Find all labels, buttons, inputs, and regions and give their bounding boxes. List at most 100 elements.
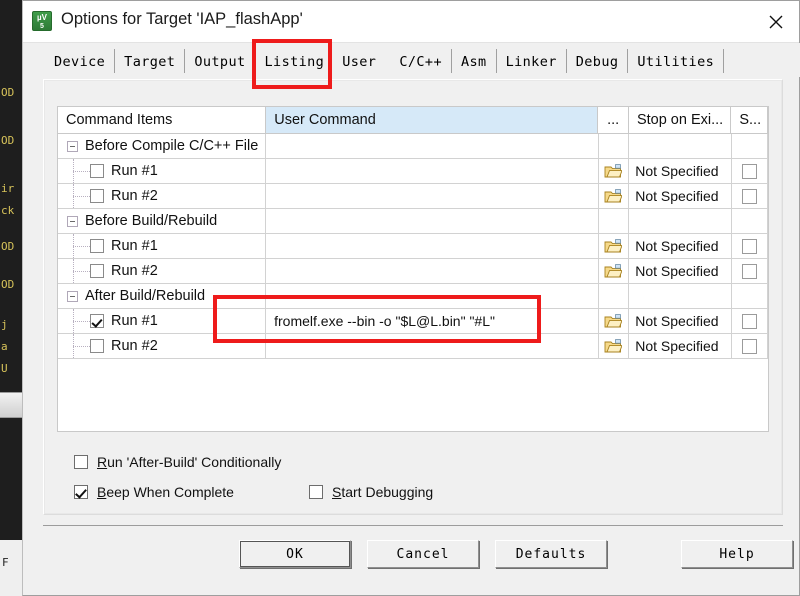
run-checkbox[interactable] xyxy=(90,189,104,203)
row-s-cell[interactable] xyxy=(731,159,768,183)
col-header-browse[interactable]: ... xyxy=(598,107,629,133)
row-label-cell[interactable]: Run #1 xyxy=(58,159,267,183)
tab-c-cpp[interactable]: C/C++ xyxy=(390,49,452,73)
stop-checkbox[interactable] xyxy=(741,163,757,179)
run-checkbox[interactable] xyxy=(90,314,104,328)
option-run-after-build-conditionally[interactable]: Run 'After-Build' Conditionally xyxy=(74,454,281,470)
row-label-cell[interactable]: After Build/Rebuild xyxy=(58,284,267,308)
row-label-cell[interactable]: Run #2 xyxy=(58,184,267,208)
tab-asm[interactable]: Asm xyxy=(452,49,497,73)
row-command-cell[interactable] xyxy=(266,134,599,158)
table-row[interactable]: Run #2 Not Specified xyxy=(58,334,768,359)
defaults-button[interactable]: Defaults xyxy=(495,540,607,568)
row-s-cell[interactable] xyxy=(731,184,768,208)
col-header-stop-on-exit[interactable]: Stop on Exi... xyxy=(629,107,732,133)
row-stop-cell[interactable]: Not Specified xyxy=(629,259,732,283)
table-row[interactable]: Run #1 fromelf.exe --bin -o "$L@L.bin" "… xyxy=(58,309,768,334)
row-label-cell[interactable]: Run #2 xyxy=(58,259,267,283)
help-button[interactable]: Help xyxy=(681,540,793,568)
ok-button[interactable]: OK xyxy=(239,540,351,568)
close-button[interactable] xyxy=(753,1,799,43)
row-command-cell[interactable] xyxy=(266,259,599,283)
row-label-cell[interactable]: Before Compile C/C++ File xyxy=(58,134,267,158)
editor-line: OD xyxy=(1,86,15,99)
table-row[interactable]: Run #1 Not Specified xyxy=(58,234,768,259)
row-command-cell[interactable] xyxy=(266,159,599,183)
row-stop-cell[interactable]: Not Specified xyxy=(629,234,732,258)
row-browse-cell[interactable] xyxy=(598,159,630,183)
dialog-title: Options for Target 'IAP_flashApp' xyxy=(61,10,303,28)
row-s-cell[interactable] xyxy=(731,259,768,283)
row-s-cell[interactable] xyxy=(731,309,768,333)
row-s-cell xyxy=(731,209,768,233)
expander-icon[interactable] xyxy=(67,140,78,152)
row-label-cell[interactable]: Run #1 xyxy=(58,234,267,258)
expander-icon[interactable] xyxy=(67,215,78,227)
uvision-app-icon: µV 5 xyxy=(32,11,52,31)
group-label: After Build/Rebuild xyxy=(85,288,206,304)
table-row[interactable]: Before Compile C/C++ File xyxy=(58,134,768,159)
table-row[interactable]: Run #1 Not Specified xyxy=(58,159,768,184)
table-row[interactable]: Run #2 Not Specified xyxy=(58,184,768,209)
col-header-user-command[interactable]: User Command xyxy=(266,107,599,133)
stop-checkbox[interactable] xyxy=(741,263,757,279)
row-s-cell[interactable] xyxy=(731,234,768,258)
row-stop-cell[interactable]: Not Specified xyxy=(629,159,732,183)
tab-listing[interactable]: Listing xyxy=(256,49,329,73)
row-stop-cell[interactable]: Not Specified xyxy=(629,334,732,358)
row-command-cell[interactable] xyxy=(266,209,599,233)
row-label-cell[interactable]: Run #2 xyxy=(58,334,267,358)
tab-user[interactable]: User xyxy=(328,49,391,73)
checkbox[interactable] xyxy=(74,455,88,469)
row-browse-cell[interactable] xyxy=(598,334,630,358)
run-checkbox[interactable] xyxy=(90,239,104,253)
row-command-cell[interactable] xyxy=(266,334,599,358)
table-row[interactable]: After Build/Rebuild xyxy=(58,284,768,309)
stop-checkbox[interactable] xyxy=(741,338,757,354)
row-browse-cell[interactable] xyxy=(598,259,630,283)
stop-checkbox[interactable] xyxy=(741,188,757,204)
row-browse-cell[interactable] xyxy=(598,184,630,208)
row-browse-cell xyxy=(598,209,630,233)
editor-backdrop: OD OD ir ck OD OD j a U F xyxy=(0,0,22,596)
tab-device[interactable]: Device xyxy=(45,49,116,73)
checkbox[interactable] xyxy=(309,485,323,499)
row-stop-cell[interactable]: Not Specified xyxy=(629,184,732,208)
tab-strip: Device Target Output Listing User C/C++ … xyxy=(23,43,800,77)
col-header-s[interactable]: S... xyxy=(731,107,768,133)
row-command-cell[interactable] xyxy=(266,284,599,308)
editor-line: OD xyxy=(1,240,15,253)
row-stop-cell[interactable]: Not Specified xyxy=(629,309,732,333)
row-command-cell[interactable] xyxy=(266,184,599,208)
row-command-cell[interactable] xyxy=(266,234,599,258)
table-row[interactable]: Run #2 Not Specified xyxy=(58,259,768,284)
tab-target[interactable]: Target xyxy=(115,49,186,73)
tab-utilities[interactable]: Utilities xyxy=(628,49,725,73)
option-beep-when-complete[interactable]: Beep When Complete xyxy=(74,484,234,500)
stop-checkbox[interactable] xyxy=(741,313,757,329)
row-label: Run #1 xyxy=(111,163,158,179)
expander-icon[interactable] xyxy=(67,290,78,302)
run-checkbox[interactable] xyxy=(90,164,104,178)
row-label: Run #2 xyxy=(111,188,158,204)
options-dialog: µV 5 Options for Target 'IAP_flashApp' De… xyxy=(22,0,800,596)
row-label-cell[interactable]: Before Build/Rebuild xyxy=(58,209,267,233)
tab-linker[interactable]: Linker xyxy=(497,49,567,73)
run-checkbox[interactable] xyxy=(90,264,104,278)
after-build-run1-command[interactable]: fromelf.exe --bin -o "$L@L.bin" "#L" xyxy=(266,309,599,333)
run-checkbox[interactable] xyxy=(90,339,104,353)
row-browse-cell[interactable] xyxy=(598,309,630,333)
cancel-button[interactable]: Cancel xyxy=(367,540,479,568)
row-browse-cell[interactable] xyxy=(598,234,630,258)
row-s-cell[interactable] xyxy=(731,334,768,358)
col-header-command-items[interactable]: Command Items xyxy=(58,107,267,133)
checkbox[interactable] xyxy=(74,485,88,499)
table-row[interactable]: Before Build/Rebuild xyxy=(58,209,768,234)
row-label-cell[interactable]: Run #1 xyxy=(58,309,267,333)
stop-checkbox[interactable] xyxy=(741,238,757,254)
tab-debug[interactable]: Debug xyxy=(567,49,629,73)
folder-open-icon xyxy=(605,263,623,277)
tab-output[interactable]: Output xyxy=(185,49,256,73)
editor-scrollbar[interactable] xyxy=(0,392,22,418)
option-start-debugging[interactable]: Start Debugging xyxy=(309,484,433,500)
